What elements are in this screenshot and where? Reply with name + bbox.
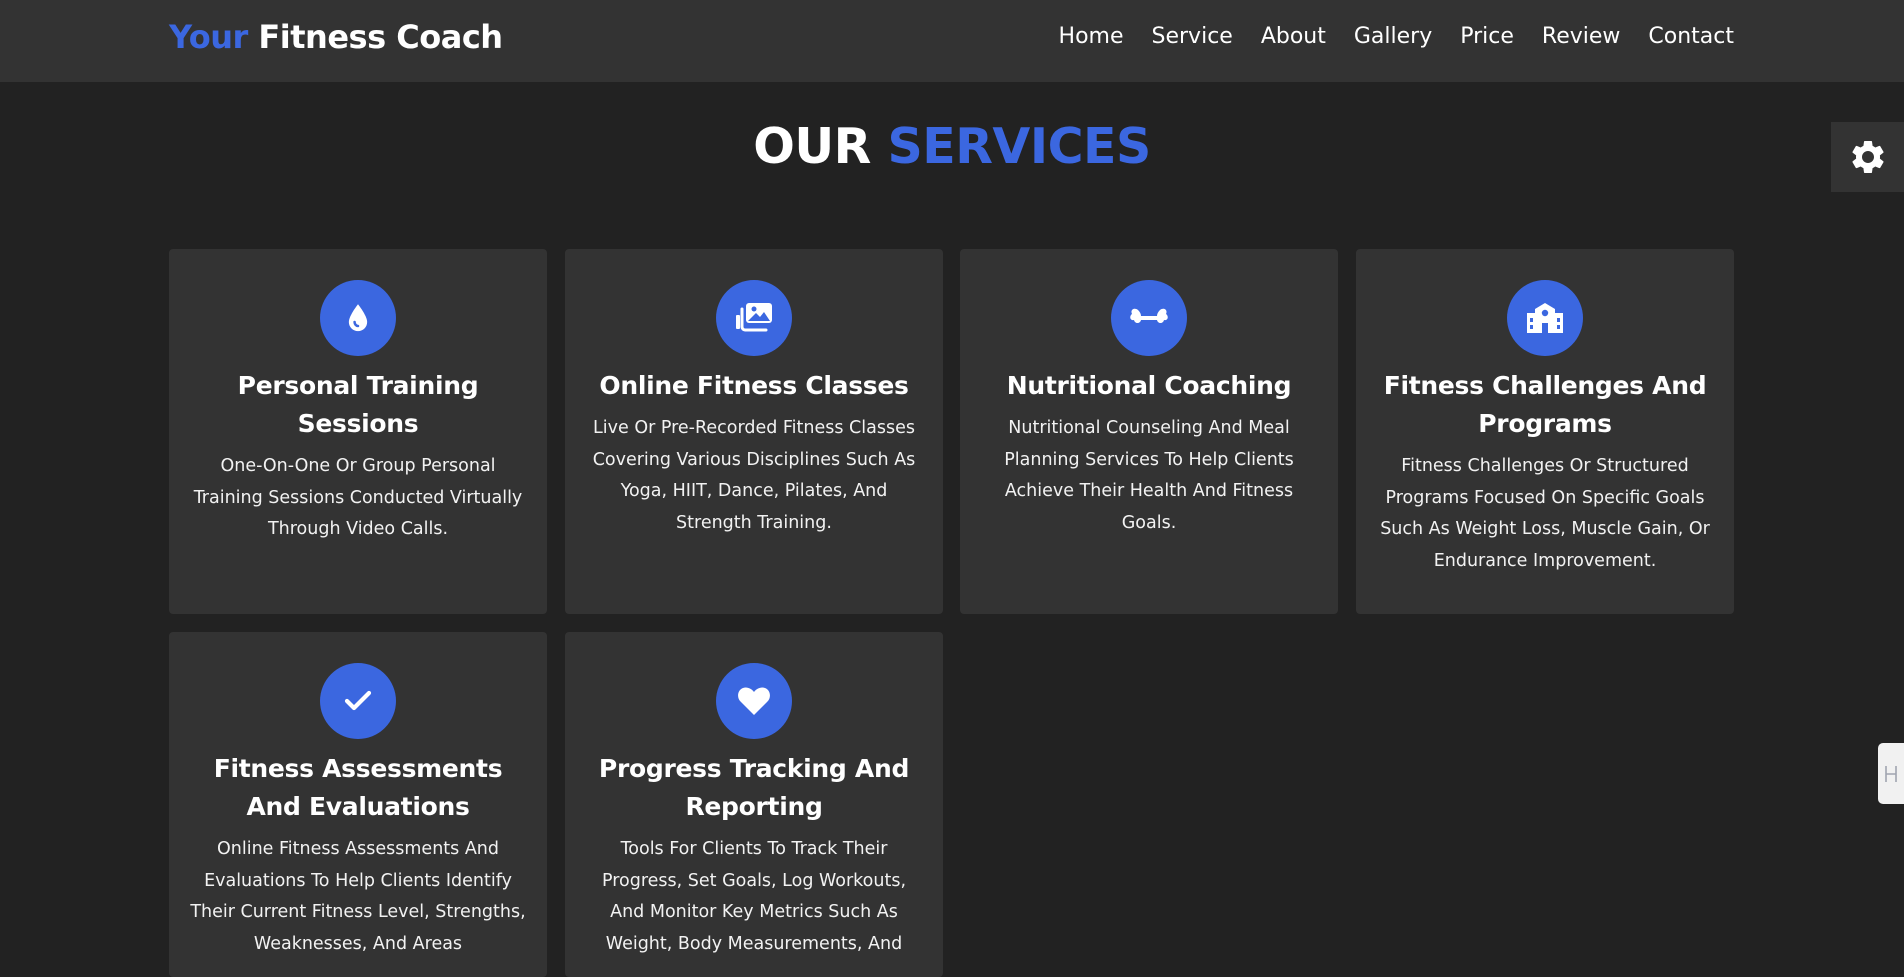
service-icon-circle (320, 280, 396, 356)
site-logo[interactable]: Your Fitness Coach (169, 18, 503, 56)
side-widget-tab[interactable] (1878, 743, 1904, 804)
service-card-assessments: Fitness Assessments And Evaluations Onli… (169, 632, 547, 977)
section-title-accent: SERVICES (887, 118, 1151, 175)
site-header: Your Fitness Coach Home Service About Ga… (0, 0, 1904, 82)
service-card-online-classes: Online Fitness Classes Live Or Pre-Recor… (565, 249, 943, 614)
logo-text: Fitness Coach (258, 18, 503, 56)
service-card-nutritional-coaching: Nutritional Coaching Nutritional Counsel… (960, 249, 1338, 614)
service-description: Tools For Clients To Track Their Progres… (601, 839, 907, 954)
nav-link-about[interactable]: About (1261, 24, 1326, 49)
service-card-challenges-programs: Fitness Challenges And Programs Fitness … (1356, 249, 1734, 614)
nav-link-service[interactable]: Service (1152, 24, 1233, 49)
main-nav: Home Service About Gallery Price Review … (1059, 24, 1734, 49)
gear-icon (1851, 140, 1884, 173)
heart-icon (738, 687, 770, 715)
service-icon-circle (716, 280, 792, 356)
service-title: Fitness Challenges And Programs (1383, 371, 1707, 438)
service-card-personal-training: Personal Training Sessions One-On-One Or… (169, 249, 547, 614)
section-title: OUR SERVICES (0, 118, 1904, 175)
service-description: Online Fitness Assessments And Evaluatio… (190, 839, 526, 954)
checkmark-icon (344, 690, 372, 711)
service-description: Nutritional Counseling And Meal Planning… (1004, 418, 1294, 533)
nav-link-gallery[interactable]: Gallery (1354, 24, 1432, 49)
section-title-main: OUR (753, 118, 871, 175)
bone-icon (1130, 308, 1168, 323)
service-description: One-On-One Or Group Personal Training Se… (193, 456, 523, 539)
expand-arrows-icon (1885, 765, 1897, 782)
nav-link-contact[interactable]: Contact (1648, 24, 1734, 49)
service-description: Fitness Challenges Or Structured Program… (1380, 456, 1710, 571)
photo-gallery-icon (736, 303, 772, 332)
service-icon-circle (320, 663, 396, 739)
nav-link-review[interactable]: Review (1542, 24, 1621, 49)
service-description: Live Or Pre-Recorded Fitness Classes Cov… (592, 418, 916, 533)
logo-accent-text: Your (169, 18, 248, 56)
water-drop-icon (348, 304, 368, 332)
service-icon-circle (1111, 280, 1187, 356)
nav-link-price[interactable]: Price (1460, 24, 1514, 49)
service-title: Progress Tracking And Reporting (598, 754, 910, 821)
service-title: Nutritional Coaching (1006, 371, 1292, 400)
service-title: Personal Training Sessions (237, 371, 479, 438)
school-building-icon (1527, 303, 1563, 333)
settings-toggle-button[interactable] (1831, 122, 1904, 192)
service-title: Fitness Assessments And Evaluations (213, 754, 503, 821)
service-icon-circle (1507, 280, 1583, 356)
service-card-progress-tracking: Progress Tracking And Reporting Tools Fo… (565, 632, 943, 977)
service-title: Online Fitness Classes (599, 371, 909, 400)
nav-link-home[interactable]: Home (1059, 24, 1124, 49)
service-icon-circle (716, 663, 792, 739)
